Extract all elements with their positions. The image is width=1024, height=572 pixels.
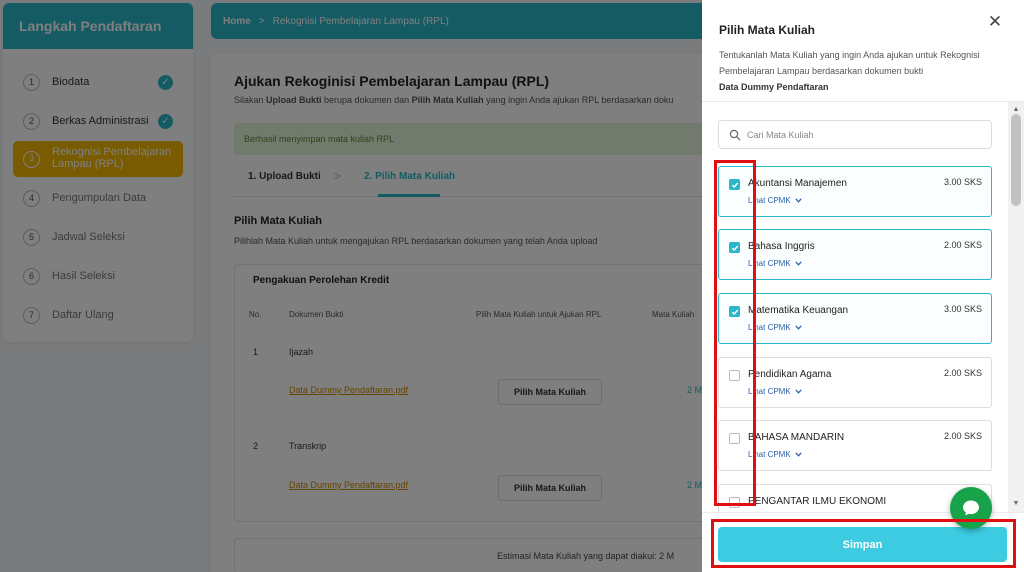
chat-button[interactable] <box>950 487 992 529</box>
chevron-down-icon <box>795 261 802 266</box>
lihat-cpmk-toggle[interactable]: Lihat CPMK <box>748 323 802 332</box>
course-name: BAHASA MANDARIN <box>748 432 845 443</box>
course-sks: 2.00 SKS <box>943 368 982 378</box>
chevron-down-icon <box>795 452 802 457</box>
course-list-panel[interactable]: Akuntansi Manajemen 3.00 SKS Lihat CPMK … <box>702 102 1024 512</box>
course-item[interactable]: BAHASA MANDARIN 2.00 SKS Lihat CPMK <box>718 420 992 471</box>
chevron-down-icon <box>795 389 802 394</box>
chevron-down-icon <box>795 198 802 203</box>
scrollbar-thumb[interactable] <box>1011 114 1021 206</box>
document-name: Data Dummy Pendaftaran <box>719 82 829 92</box>
scrollbar[interactable]: ▲ ▼ <box>1008 102 1024 512</box>
close-icon[interactable]: ✕ <box>986 13 1004 31</box>
course-name: Akuntansi Manajemen <box>748 178 847 189</box>
course-checkbox[interactable] <box>729 242 740 253</box>
checkmark-icon <box>731 309 738 315</box>
course-item[interactable]: Matematika Keuangan 3.00 SKS Lihat CPMK <box>718 293 992 344</box>
simpan-button[interactable]: Simpan <box>718 527 1007 562</box>
search-box[interactable] <box>718 120 992 149</box>
course-name: Matematika Keuangan <box>748 305 849 316</box>
course-name: PENGANTAR ILMU EKONOMI <box>748 496 887 507</box>
lihat-cpmk-toggle[interactable]: Lihat CPMK <box>748 450 802 459</box>
lihat-cpmk-toggle[interactable]: Lihat CPMK <box>748 196 802 205</box>
course-name: Bahasa Inggris <box>748 241 815 252</box>
course-sks: 3.00 SKS <box>943 177 982 187</box>
course-checkbox[interactable] <box>729 179 740 190</box>
scroll-down-arrow-icon[interactable]: ▼ <box>1008 498 1024 510</box>
course-checkbox[interactable] <box>729 433 740 444</box>
course-item[interactable]: Bahasa Inggris 2.00 SKS Lihat CPMK <box>718 229 992 280</box>
search-icon <box>729 129 741 140</box>
drawer-title: Pilih Mata Kuliah <box>719 23 816 37</box>
course-item[interactable]: Pendidikan Agama 2.00 SKS Lihat CPMK <box>718 357 992 408</box>
checkmark-icon <box>731 182 738 188</box>
chevron-down-icon <box>795 325 802 330</box>
course-name: Pendidikan Agama <box>748 369 832 380</box>
drawer-description: Tentukanlah Mata Kuliah yang ingin Anda … <box>719 50 980 92</box>
search-input[interactable] <box>747 129 987 140</box>
course-sks: 3.00 SKS <box>943 304 982 314</box>
lihat-cpmk-toggle[interactable]: Lihat CPMK <box>748 259 802 268</box>
course-item[interactable]: Akuntansi Manajemen 3.00 SKS Lihat CPMK <box>718 166 992 217</box>
course-picker-drawer: Pilih Mata Kuliah ✕ Tentukanlah Mata Kul… <box>702 0 1024 572</box>
course-checkbox[interactable] <box>729 306 740 317</box>
lihat-cpmk-toggle[interactable]: Lihat CPMK <box>748 387 802 396</box>
course-checkbox[interactable] <box>729 497 740 508</box>
course-sks: 2.00 SKS <box>943 240 982 250</box>
course-sks: 2.00 SKS <box>943 431 982 441</box>
chat-bubble-icon <box>963 500 979 516</box>
course-checkbox[interactable] <box>729 370 740 381</box>
checkmark-icon <box>731 245 738 251</box>
